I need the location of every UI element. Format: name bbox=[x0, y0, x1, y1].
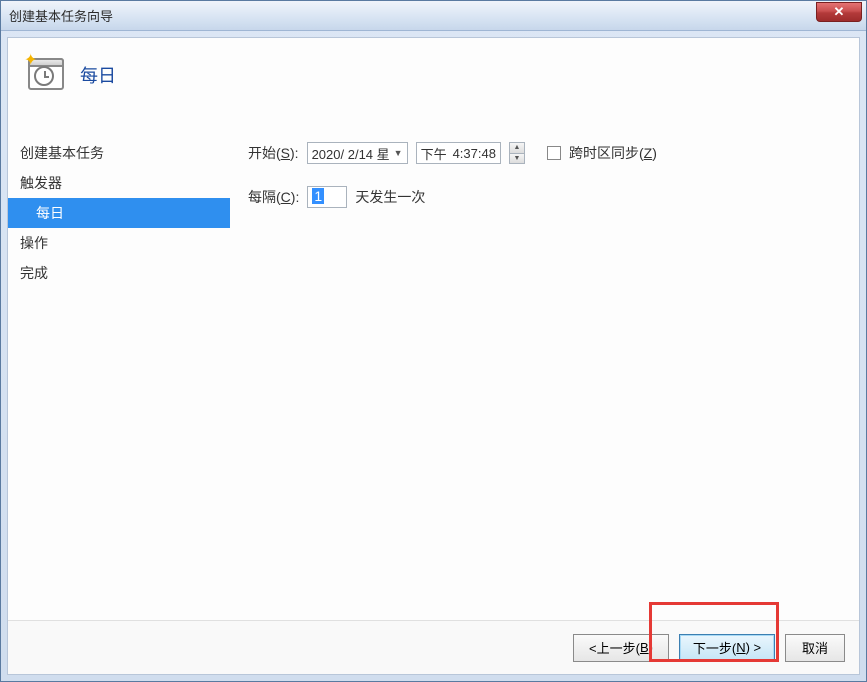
start-label: 开始(S): bbox=[248, 143, 299, 163]
task-calendar-icon: ✦ bbox=[26, 52, 64, 90]
sync-timezone-checkbox[interactable] bbox=[547, 146, 561, 160]
close-icon: ✕ bbox=[834, 4, 845, 20]
spinner-up-icon[interactable]: ▲ bbox=[510, 143, 524, 154]
wizard-footer: <上一步(B) 下一步(N) > 取消 bbox=[8, 620, 859, 674]
page-header: ✦ 每日 bbox=[8, 38, 859, 130]
time-ampm: 下午 bbox=[421, 144, 447, 163]
start-date-value: 2020/ 2/14 星 bbox=[312, 144, 390, 163]
next-button[interactable]: 下一步(N) > bbox=[679, 634, 775, 662]
wizard-sidebar: 创建基本任务 触发器 每日 操作 完成 bbox=[8, 130, 230, 620]
sidebar-item-create-basic-task[interactable]: 创建基本任务 bbox=[8, 138, 230, 168]
cancel-button[interactable]: 取消 bbox=[785, 634, 845, 662]
start-date-picker[interactable]: 2020/ 2/14 星 ▼ bbox=[307, 142, 408, 164]
wizard-window: 创建基本任务向导 ✕ ✦ 每日 创建基本任务 触发器 每日 操作 完成 bbox=[0, 0, 867, 682]
interval-suffix: 天发生一次 bbox=[355, 187, 425, 207]
spinner-down-icon[interactable]: ▼ bbox=[510, 154, 524, 164]
time-spinner[interactable]: ▲ ▼ bbox=[509, 142, 525, 164]
start-time-picker[interactable]: 下午 4:37:48 bbox=[416, 142, 501, 164]
interval-label: 每隔(C): bbox=[248, 187, 299, 207]
titlebar[interactable]: 创建基本任务向导 ✕ bbox=[1, 1, 866, 31]
window-title: 创建基本任务向导 bbox=[9, 6, 113, 25]
sync-timezone-label: 跨时区同步(Z) bbox=[569, 143, 657, 163]
start-row: 开始(S): 2020/ 2/14 星 ▼ 下午 4:37:48 ▲ ▼ bbox=[248, 140, 839, 166]
body-area: 创建基本任务 触发器 每日 操作 完成 开始(S): 2020/ 2/14 星 … bbox=[8, 130, 859, 620]
sidebar-item-finish[interactable]: 完成 bbox=[8, 258, 230, 288]
sidebar-item-action[interactable]: 操作 bbox=[8, 228, 230, 258]
back-button[interactable]: <上一步(B) bbox=[573, 634, 669, 662]
sidebar-item-daily[interactable]: 每日 bbox=[8, 198, 230, 228]
interval-value: 1 bbox=[312, 188, 324, 204]
interval-row: 每隔(C): 1 天发生一次 bbox=[248, 184, 839, 210]
interval-input[interactable]: 1 bbox=[307, 186, 347, 208]
time-value: 4:37:48 bbox=[453, 146, 496, 161]
sidebar-item-trigger[interactable]: 触发器 bbox=[8, 168, 230, 198]
main-panel: 开始(S): 2020/ 2/14 星 ▼ 下午 4:37:48 ▲ ▼ bbox=[230, 130, 859, 620]
content-area: ✦ 每日 创建基本任务 触发器 每日 操作 完成 开始(S): 2020/ 2/… bbox=[7, 37, 860, 675]
chevron-down-icon: ▼ bbox=[394, 148, 403, 158]
page-title: 每日 bbox=[80, 52, 116, 88]
close-button[interactable]: ✕ bbox=[816, 2, 862, 22]
